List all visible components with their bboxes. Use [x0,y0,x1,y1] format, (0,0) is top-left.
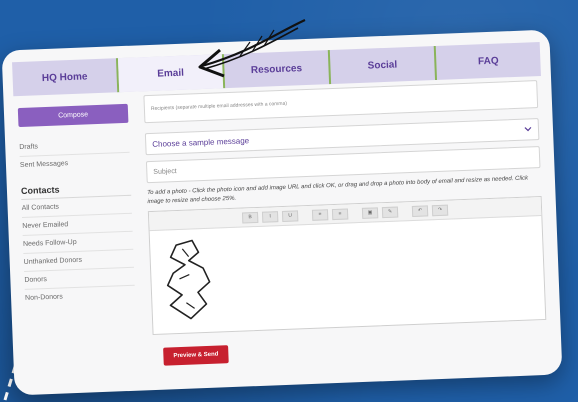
numbered-list-button[interactable]: ≡ [331,207,349,220]
sidebar: Compose Drafts Sent Messages Contacts Al… [17,103,136,307]
redo-icon[interactable]: ↷ [431,204,449,216]
sidebar-item-non-donors[interactable]: Non-Donors [25,286,136,307]
bulleted-list-button[interactable]: ≡ [311,208,329,221]
message-editor[interactable]: B I U ≡ ≡ ▣ ✎ ↶ ↷ [147,196,547,336]
undo-icon[interactable]: ↶ [411,204,429,217]
compose-button[interactable]: Compose [17,103,129,128]
tab-faq[interactable]: FAQ [436,42,541,80]
underline-button[interactable]: U [281,209,299,222]
tab-social[interactable]: Social [329,45,438,85]
tab-hq-home[interactable]: HQ Home [12,58,120,97]
link-icon[interactable]: ✎ [381,206,399,218]
preview-send-button[interactable]: Preview & Send [163,345,229,366]
bold-button[interactable]: B [241,211,259,224]
recipients-placeholder: Recipients (separate multiple email addr… [150,100,288,112]
hand-drawn-arrow [198,19,306,78]
italic-button[interactable]: I [261,210,279,223]
chevron-down-icon [524,126,532,132]
subject-placeholder: Subject [153,167,177,176]
image-icon[interactable]: ▣ [361,206,379,219]
sidebar-item-sent[interactable]: Sent Messages [20,153,131,174]
compose-form: Recipients (separate multiple email addr… [143,80,547,336]
hand-drawn-doodle [166,239,211,320]
select-value: Choose a sample message [152,135,250,149]
app-window: HQ Home Email Resources Social FAQ Compo… [1,29,563,396]
